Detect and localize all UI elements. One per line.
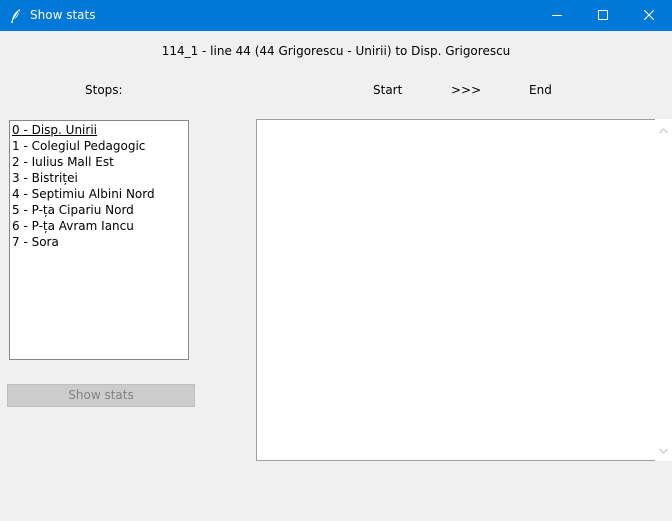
stats-output-text[interactable] — [256, 119, 655, 461]
vertical-scrollbar[interactable] — [655, 119, 672, 461]
stop-item[interactable]: 5 - P-ța Cipariu Nord — [12, 202, 186, 218]
stop-item[interactable]: 0 - Disp. Unirii — [12, 122, 186, 138]
stop-item[interactable]: 2 - Iulius Mall Est — [12, 154, 186, 170]
stop-item[interactable]: 6 - P-ța Avram Iancu — [12, 218, 186, 234]
feather-icon — [9, 8, 23, 24]
close-button[interactable] — [626, 0, 672, 31]
window-title: Show stats — [30, 8, 96, 22]
show-stats-button[interactable]: Show stats — [7, 384, 195, 407]
stops-label: Stops: — [85, 83, 123, 97]
route-title: 114_1 - line 44 (44 Grigorescu - Unirii)… — [161, 44, 511, 58]
start-label: Start — [373, 83, 403, 97]
stop-item[interactable]: 7 - Sora — [12, 234, 186, 250]
stop-item[interactable]: 3 - Bistriței — [12, 170, 186, 186]
stop-item[interactable]: 1 - Colegiul Pedagogic — [12, 138, 186, 154]
scroll-up-icon[interactable] — [659, 123, 668, 137]
scroll-down-icon[interactable] — [659, 443, 668, 457]
title-bar: Show stats — [0, 0, 672, 31]
arrows-label: >>> — [451, 83, 482, 97]
minimize-button[interactable] — [534, 0, 580, 31]
stop-item[interactable]: 4 - Septimiu Albini Nord — [12, 186, 186, 202]
end-label: End — [529, 83, 552, 97]
maximize-button[interactable] — [580, 0, 626, 31]
stops-listbox[interactable]: 0 - Disp. Unirii 1 - Colegiul Pedagogic … — [9, 120, 189, 360]
